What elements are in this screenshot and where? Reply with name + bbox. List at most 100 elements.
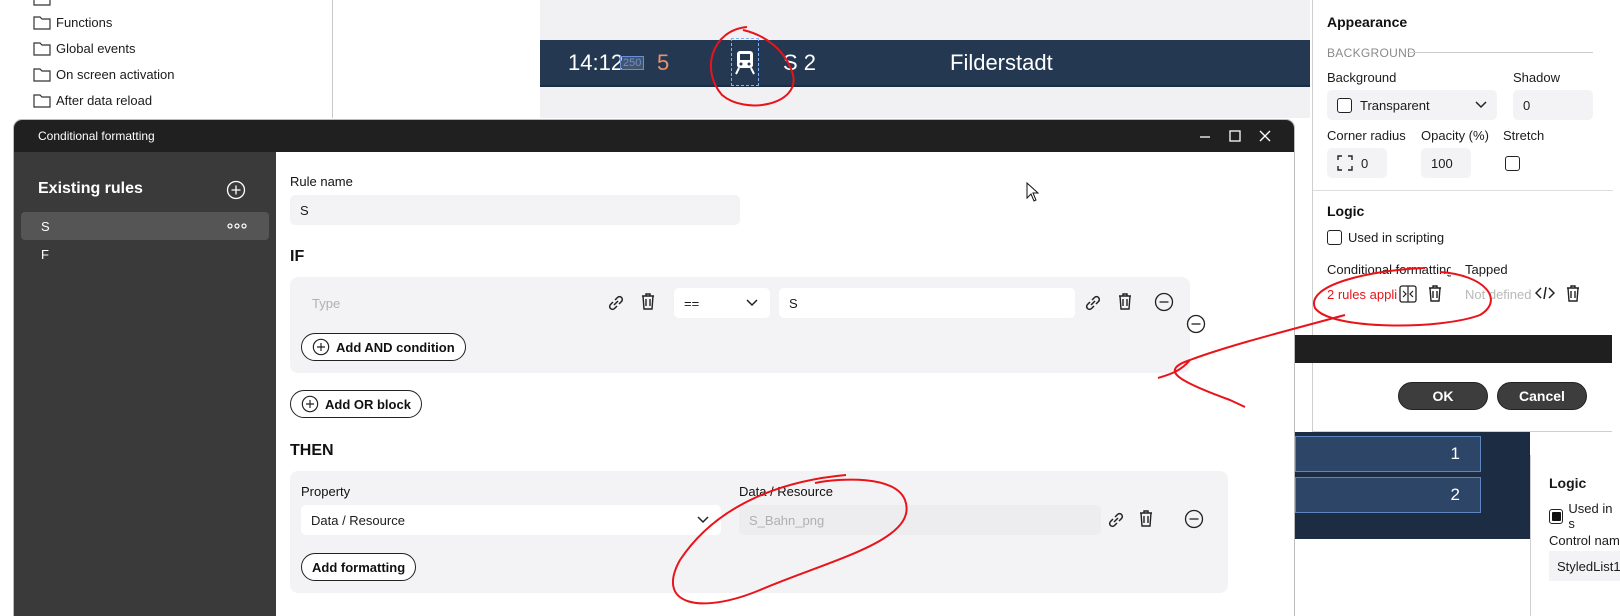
rule-item-f[interactable]: F — [21, 240, 269, 268]
dialog-separator — [1295, 335, 1612, 363]
add-formatting-button[interactable]: Add formatting — [301, 553, 417, 581]
color-swatch — [1337, 97, 1352, 113]
shadow-input[interactable]: 0 — [1513, 90, 1593, 120]
properties-panel: Appearance BACKGROUND Background Transpa… — [1312, 0, 1613, 432]
rule-name-label: Rule name — [290, 174, 353, 189]
control-name-input[interactable]: StyledList1 — [1549, 551, 1620, 581]
shadow-label: Shadow — [1513, 70, 1560, 85]
departure-row[interactable] — [540, 40, 1310, 87]
tree-item-after-data-reload[interactable]: After data reload — [33, 90, 152, 110]
used-in-scripting-checkbox[interactable] — [1327, 230, 1342, 245]
width-badge: 250 — [620, 56, 645, 70]
mouse-cursor-icon — [1026, 182, 1040, 202]
edit-rules-icon[interactable] — [1399, 284, 1417, 304]
folder-icon — [33, 94, 51, 108]
cancel-button[interactable]: Cancel — [1497, 382, 1587, 410]
remove-formatting-icon[interactable] — [1184, 509, 1204, 529]
plus-circle-icon — [301, 395, 319, 413]
remove-condition-icon[interactable] — [1154, 292, 1174, 312]
background-value: Transparent — [1360, 97, 1430, 113]
if-heading: IF — [290, 248, 305, 265]
trash-icon[interactable] — [1138, 509, 1158, 529]
checkbox-label: Used in s — [1568, 501, 1613, 531]
code-icon[interactable] — [1535, 285, 1555, 301]
add-rule-icon[interactable] — [226, 180, 246, 200]
opacity-label: Opacity (%) — [1421, 128, 1489, 143]
operator-select[interactable]: == — [674, 288, 770, 318]
used-in-scripting-row[interactable]: Used in scripting — [1327, 230, 1444, 245]
tree-item-on-screen-activation[interactable]: On screen activation — [33, 64, 175, 84]
rule-editor: Rule name S IF Type == S Add AND conditi… — [276, 152, 1294, 616]
conditional-formatting-label: Conditional formatting — [1327, 262, 1451, 277]
corner-radius-icon — [1337, 155, 1353, 171]
add-and-condition-button[interactable]: Add AND condition — [301, 333, 466, 361]
link-icon[interactable] — [1106, 510, 1126, 530]
tree-item-label: Global events — [56, 40, 136, 56]
rule-label: F — [41, 246, 49, 262]
background-section-label: BACKGROUND — [1327, 46, 1417, 60]
folder-icon — [33, 42, 51, 56]
conditional-formatting-link[interactable]: 2 rules appli — [1327, 287, 1397, 302]
departure-time: 14:12 — [568, 50, 624, 75]
trash-icon[interactable] — [1565, 284, 1581, 302]
chevron-down-icon — [1475, 101, 1487, 109]
condition-field-input[interactable]: Type — [302, 288, 598, 318]
conditional-formatting-dialog: Conditional formatting Existing rules S … — [14, 120, 1294, 616]
more-options-icon[interactable] — [227, 223, 247, 229]
chevron-down-icon — [746, 299, 758, 307]
plus-circle-icon — [312, 338, 330, 356]
list-row[interactable]: 2 — [1295, 477, 1481, 513]
properties-panel-lower: Logic Used in s Control nam StyledList1 — [1530, 455, 1620, 616]
background-select[interactable]: Transparent — [1327, 90, 1497, 120]
remove-block-icon[interactable] — [1186, 314, 1206, 334]
logic-heading: Logic — [1549, 475, 1587, 491]
rule-name-input[interactable]: S — [290, 195, 740, 225]
folder-icon — [33, 16, 51, 30]
list-row[interactable]: 1 — [1295, 436, 1481, 472]
opacity-input[interactable]: 100 — [1421, 148, 1471, 178]
background-label: Background — [1327, 70, 1397, 85]
stretch-label: Stretch — [1503, 128, 1545, 143]
link-icon[interactable] — [606, 293, 626, 313]
section-divider — [1313, 190, 1613, 191]
stretch-checkbox[interactable] — [1505, 156, 1520, 171]
trash-icon[interactable] — [1427, 284, 1443, 302]
link-icon[interactable] — [1083, 293, 1103, 313]
rule-label: S — [41, 218, 50, 234]
property-select[interactable]: Data / Resource — [301, 505, 721, 535]
trash-icon[interactable] — [1117, 292, 1137, 312]
tapped-label: Tapped — [1465, 262, 1508, 277]
add-or-block-button[interactable]: Add OR block — [290, 390, 422, 418]
selection-box[interactable] — [731, 38, 759, 86]
chevron-down-icon — [697, 516, 709, 524]
used-in-scripting-row[interactable]: Used in s — [1549, 501, 1620, 531]
tree-item-label: Functions — [56, 14, 113, 30]
checkbox-label: Used in scripting — [1348, 230, 1445, 245]
data-resource-input[interactable]: S_Bahn_png — [739, 505, 1101, 535]
tree-item-functions[interactable]: Functions — [33, 12, 112, 32]
tree-item-global-events[interactable]: Global events — [33, 38, 136, 58]
tree-item-label: On screen activation — [56, 66, 175, 82]
minimize-icon[interactable] — [1195, 126, 1215, 146]
close-icon[interactable] — [1255, 126, 1275, 146]
trash-icon[interactable] — [640, 292, 660, 312]
condition-value-input[interactable]: S — [779, 288, 1075, 318]
folder-icon — [33, 68, 51, 82]
dialog-title: Conditional formatting — [38, 129, 155, 143]
destination-label: Filderstadt — [950, 50, 1053, 75]
rule-item-s[interactable]: S — [21, 212, 269, 240]
ok-button[interactable]: OK — [1398, 382, 1488, 410]
data-resource-label: Data / Resource — [739, 484, 833, 499]
appearance-heading: Appearance — [1327, 14, 1408, 30]
logic-heading: Logic — [1327, 203, 1365, 219]
checkbox[interactable] — [1549, 508, 1564, 524]
control-name-label: Control nam — [1549, 533, 1620, 548]
corner-radius-input[interactable]: 0 — [1327, 148, 1387, 178]
maximize-icon[interactable] — [1225, 126, 1245, 146]
tree-item-label: After data reload — [56, 92, 153, 108]
dialog-title-bar: Conditional formatting — [14, 120, 1294, 152]
corner-radius-label: Corner radius — [1327, 128, 1406, 143]
section-divider — [1407, 52, 1593, 53]
line-label: S 2 — [783, 50, 817, 75]
rules-sidebar: Existing rules S F — [14, 152, 276, 616]
